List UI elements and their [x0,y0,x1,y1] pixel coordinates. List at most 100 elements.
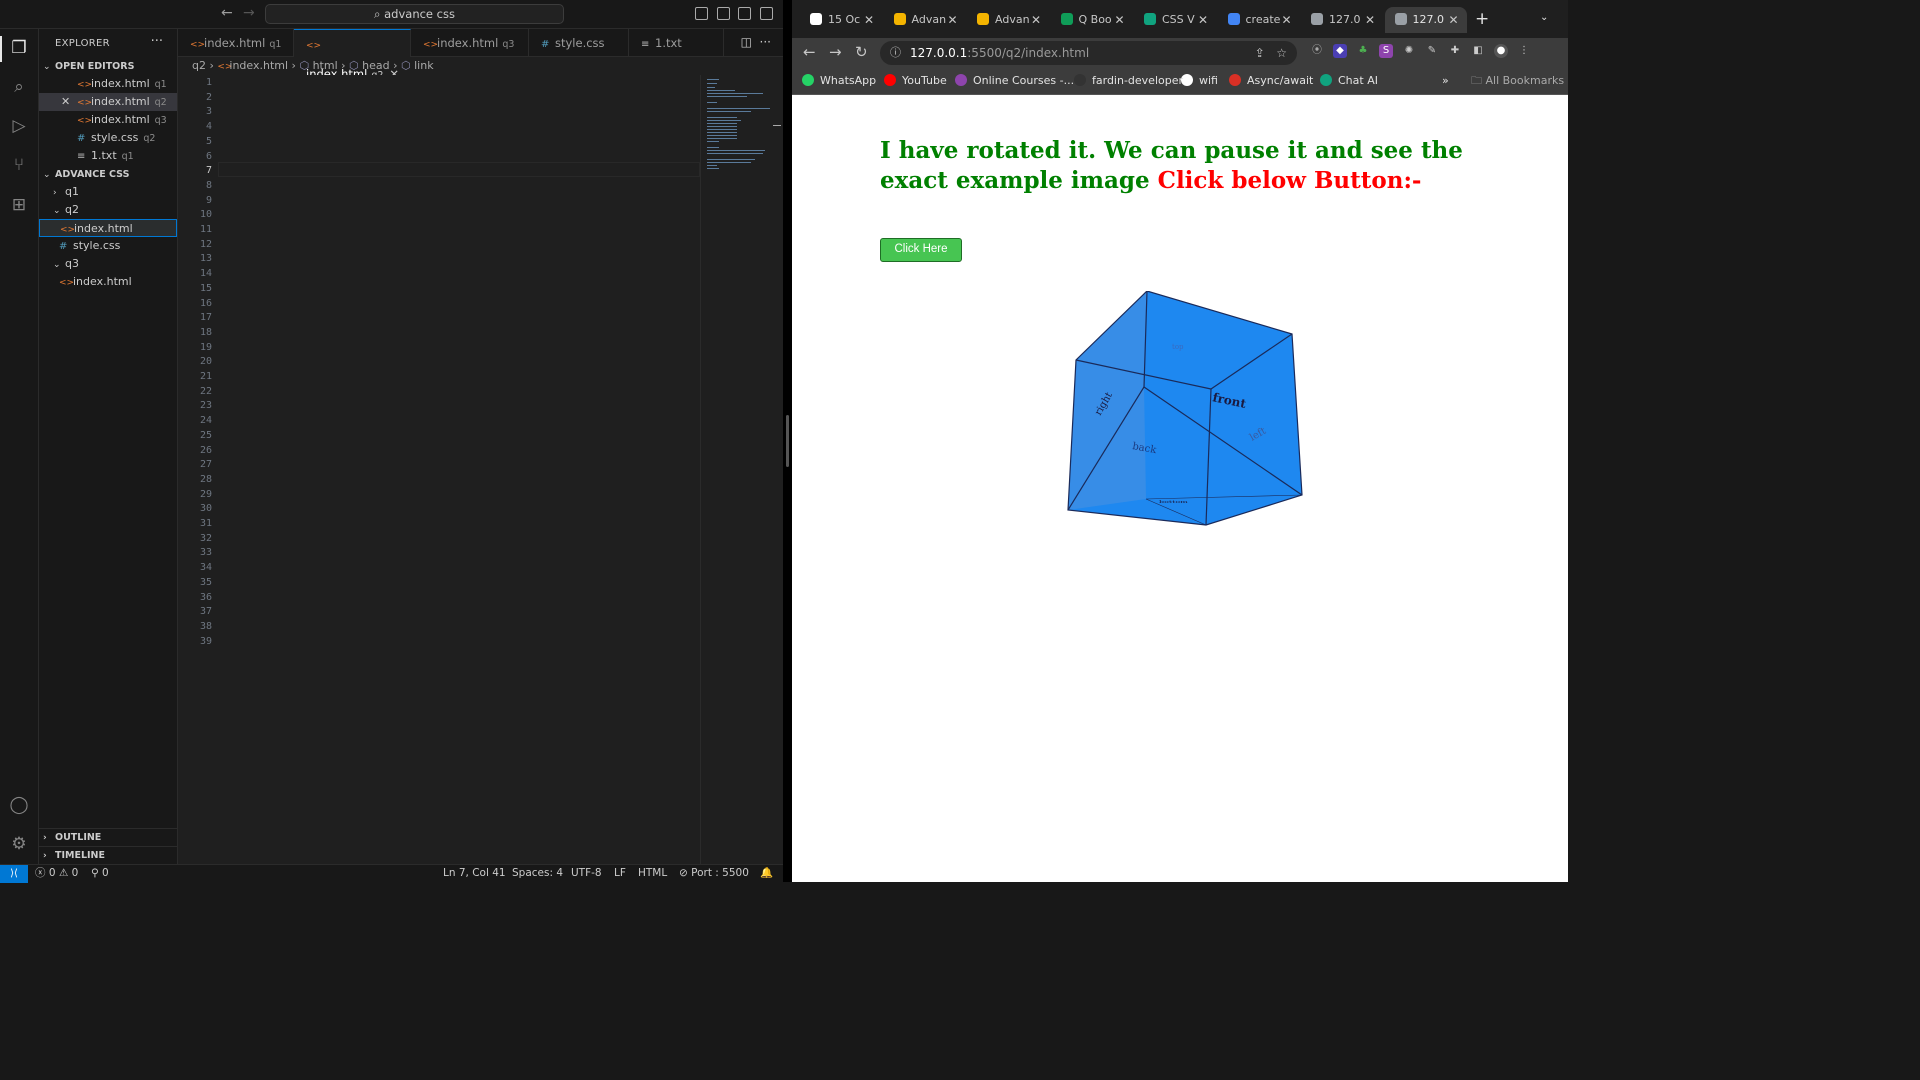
extension-tree-icon[interactable]: ♣ [1356,44,1370,58]
breadcrumb-item[interactable]: link [414,59,433,72]
close-icon[interactable]: ✕ [61,93,77,111]
workspace-header[interactable]: ⌄ ADVANCE CSS [39,165,177,183]
close-tab-icon[interactable]: ✕ [1031,7,1041,33]
profile-avatar-icon[interactable]: ● [1494,44,1508,58]
settings-gear-icon[interactable]: ⚙ [8,833,30,855]
line-ending[interactable]: LF [614,865,626,882]
close-tab-icon[interactable]: ✕ [864,7,874,33]
open-editor-item[interactable]: # style.css q2 [39,129,177,147]
file-q2-style[interactable]: # style.css [39,237,177,255]
browser-tab[interactable]: CSS V ✕ [1134,7,1216,33]
problems-indicator[interactable]: ⓧ 0 ⚠ 0 [35,865,78,882]
site-info-icon[interactable]: ⓘ [890,41,901,65]
bookmark-item[interactable]: Async/await [1229,68,1313,94]
customize-layout-icon[interactable] [760,7,773,20]
breadcrumb-item[interactable]: head [362,59,389,72]
close-tab-icon[interactable]: ✕ [1448,7,1458,33]
file-q3-index[interactable]: <>index.html [39,273,177,291]
close-tab-icon[interactable]: ✕ [1198,7,1208,33]
run-debug-icon[interactable]: ▷ [8,115,30,137]
command-center[interactable]: ⌕ advance css [265,4,564,24]
timeline-section[interactable]: › TIMELINE [39,846,177,864]
bookmark-item[interactable]: wifi [1181,68,1218,94]
account-icon[interactable]: ◯ [8,794,30,816]
breadcrumb-item[interactable]: html [313,59,338,72]
open-editor-item[interactable]: ≡ 1.txt q1 [39,147,177,165]
source-control-icon[interactable]: ⑂ [8,154,30,176]
bookmark-star-icon[interactable]: ☆ [1276,46,1287,60]
encoding[interactable]: UTF-8 [571,865,602,882]
code-editor[interactable]: 1 2 3 4 5 6 7 8 9 10 11 12 13 14 15 16 17 18 19 20 21 22 23 24 2… [178,75,700,864]
extensions-puzzle-icon[interactable]: ✚ [1448,44,1462,58]
browser-tab[interactable]: create ✕ [1218,7,1300,33]
browser-tab[interactable]: Advan ✕ [967,7,1049,33]
tab-index-q1[interactable]: <>index.html q1 [178,29,294,57]
browser-tab[interactable]: Advan ✕ [884,7,966,33]
bookmark-item[interactable]: YouTube [884,68,947,94]
extension-icon[interactable]: ◆ [1333,44,1347,58]
color-picker-icon[interactable]: ✎ [1425,44,1439,58]
more-bookmarks-icon[interactable]: » [1442,68,1449,94]
indentation[interactable]: Spaces: 4 [512,865,563,882]
folder-q3[interactable]: ⌄ q3 [39,255,177,273]
splitter-handle[interactable] [786,415,789,467]
open-editor-item[interactable]: <>index.html q1 [39,75,177,93]
tab-1-txt[interactable]: ≡ 1.txt [629,29,724,57]
react-devtools-icon[interactable]: ✺ [1402,44,1416,58]
all-bookmarks[interactable]: 🗀 All Bookmarks [1471,68,1564,94]
bookmark-item[interactable]: Online Courses -... [955,68,1074,94]
breadcrumb-item[interactable]: q2 [192,59,206,72]
share-icon[interactable]: ⇪ [1255,46,1265,60]
language-mode[interactable]: HTML [638,865,667,882]
outline-section[interactable]: › OUTLINE [39,828,177,846]
browser-menu-icon[interactable]: ⋮ [1517,44,1531,58]
editor-scrollbar[interactable] [770,75,783,864]
close-tab-icon[interactable]: ✕ [1114,7,1124,33]
toggle-panel-icon[interactable] [717,7,730,20]
open-editor-item-active[interactable]: ✕ <>index.html q2 [39,93,177,111]
bookmark-item[interactable]: WhatsApp [802,68,876,94]
browser-tab[interactable]: Q Boo ✕ [1051,7,1133,33]
minimap[interactable] [700,75,771,864]
tab-index-q2[interactable]: <>index.htmlq2✕ [294,29,411,81]
back-arrow-icon[interactable]: ← [221,5,233,21]
forward-icon[interactable]: → [829,43,842,61]
split-editor-icon[interactable]: ◫ ··· [741,35,771,49]
open-editor-item[interactable]: <>index.html q3 [39,111,177,129]
folder-q1[interactable]: › q1 [39,183,177,201]
cursor-position[interactable]: Ln 7, Col 41 [443,865,506,882]
bookmark-item[interactable]: fardin-developer [1074,68,1183,94]
back-icon[interactable]: ← [803,43,816,61]
ports-indicator[interactable]: ⚲ 0 [91,865,109,882]
close-tab-icon[interactable]: ✕ [1365,7,1375,33]
tab-search-chevron-icon[interactable]: ⌄ [1540,12,1548,23]
remote-indicator-icon[interactable]: ⟩⟨ [0,865,28,883]
folder-q2[interactable]: ⌄ q2 [39,201,177,219]
notifications-bell-icon[interactable]: 🔔 [760,865,773,882]
live-server-port[interactable]: ⊘ Port : 5500 [679,865,749,882]
breadcrumb-item[interactable]: index.html [229,59,288,72]
explorer-icon[interactable]: ❐ [8,37,30,59]
toggle-animation-button[interactable]: Click Here [880,238,962,262]
close-tab-icon[interactable]: ✕ [1281,7,1291,33]
more-actions-icon[interactable]: ··· [151,34,163,49]
toggle-sidebar-icon[interactable] [695,7,708,20]
window-splitter[interactable] [783,0,792,882]
new-tab-icon[interactable]: + [1475,9,1489,29]
tab-index-q3[interactable]: <>index.html q3 [411,29,529,57]
tab-style-css[interactable]: # style.css [529,29,629,57]
close-tab-icon[interactable]: ✕ [947,7,957,33]
extension-icon[interactable]: ⦿ [1310,44,1324,58]
extension-s-icon[interactable]: S [1379,44,1393,58]
open-editors-header[interactable]: ⌄ OPEN EDITORS [39,57,177,75]
file-q2-index[interactable]: <>index.html [39,219,177,237]
address-bar[interactable]: ⓘ 127.0.0.1:5500/q2/index.html ⇪ ☆ [880,41,1297,65]
forward-arrow-icon[interactable]: → [243,5,255,21]
search-icon[interactable]: ⌕ [8,76,30,98]
toggle-secondary-sidebar-icon[interactable] [738,7,751,20]
extensions-icon[interactable]: ⊞ [8,194,30,216]
bookmark-item[interactable]: Chat AI [1320,68,1378,94]
side-panel-icon[interactable]: ◧ [1471,44,1485,58]
reload-icon[interactable]: ↻ [855,43,868,61]
browser-tab[interactable]: 127.0 ✕ [1384,7,1467,33]
